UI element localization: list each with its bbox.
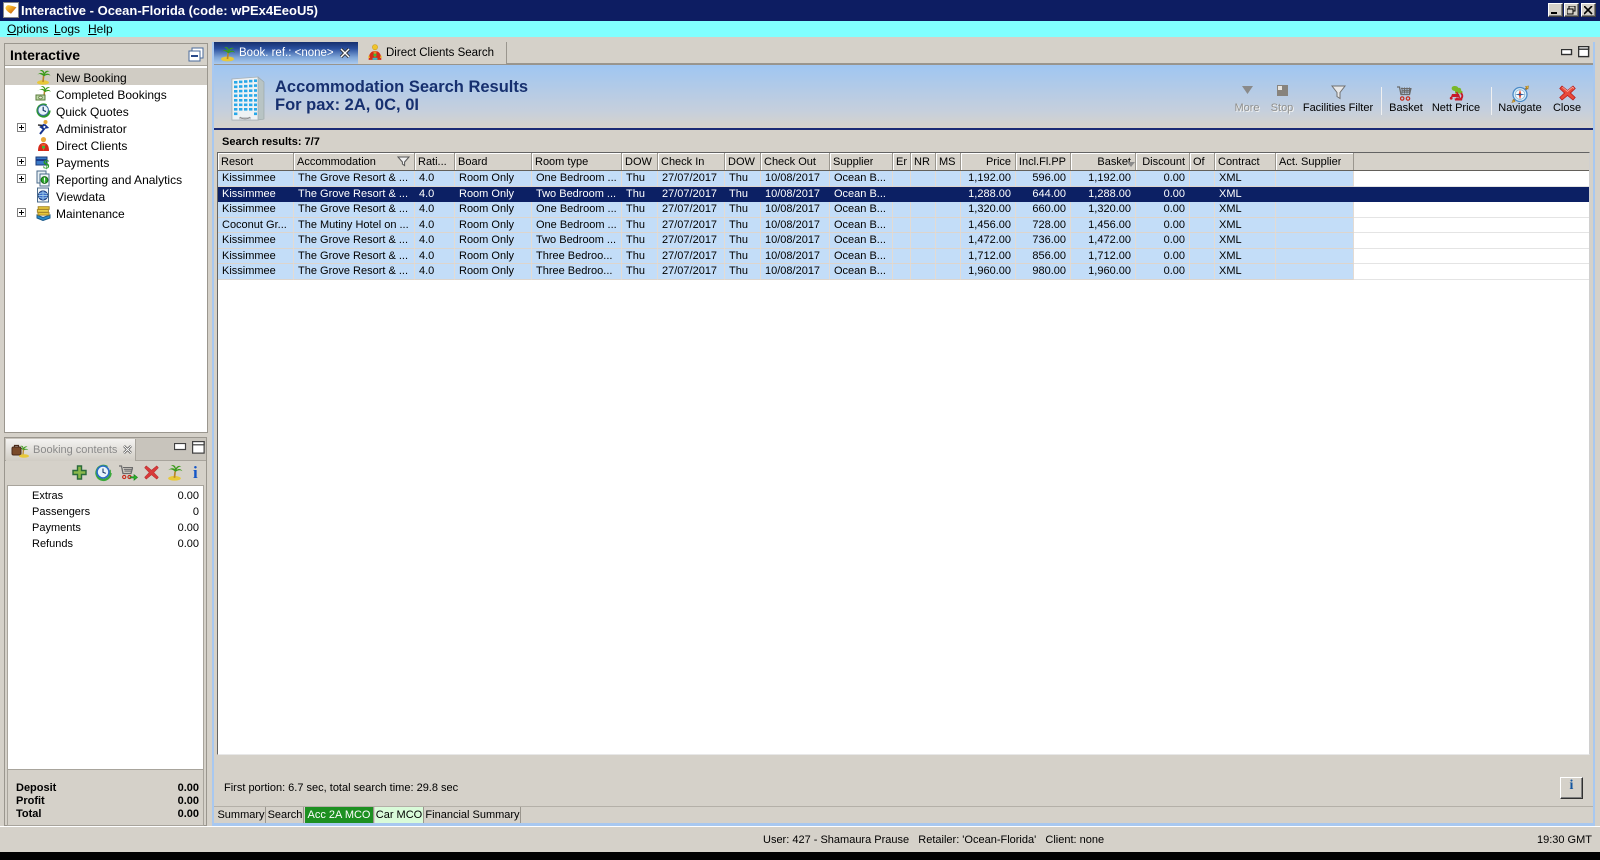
svg-text:$: $ [43,157,50,171]
